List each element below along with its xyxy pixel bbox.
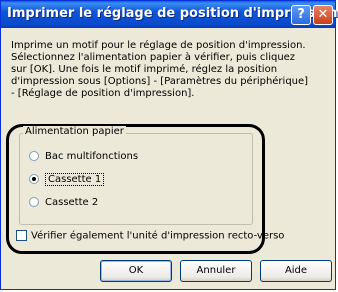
- radio-cassette-1[interactable]: Cassette 1: [29, 173, 105, 186]
- dialog-body: Imprime un motif pour le réglage de posi…: [4, 28, 332, 286]
- radio-bac-multifonctions[interactable]: Bac multifonctions: [29, 151, 138, 162]
- radio-label: Cassette 1: [45, 173, 105, 186]
- title-bar[interactable]: Imprimer le réglage de position d'impres…: [1, 1, 338, 28]
- duplex-checkbox[interactable]: [16, 230, 27, 241]
- radio-cassette-2[interactable]: Cassette 2: [29, 197, 98, 208]
- radio-button-icon[interactable]: [29, 197, 39, 207]
- radio-button-selected-icon[interactable]: [29, 174, 39, 184]
- paper-source-legend: Alimentation papier: [23, 126, 126, 137]
- close-button[interactable]: ✕: [313, 5, 333, 25]
- cancel-button[interactable]: Annuler: [180, 260, 252, 282]
- help-button[interactable]: Aide: [260, 260, 332, 282]
- duplex-checkbox-label: Vérifier également l'unité d'impression …: [31, 230, 285, 242]
- dialog-title: Imprimer le réglage de position d'impres…: [7, 6, 338, 21]
- dialog-window: Imprimer le réglage de position d'impres…: [0, 0, 338, 290]
- ok-button[interactable]: OK: [100, 260, 172, 282]
- description-text: Imprime un motif pour le réglage de posi…: [11, 40, 309, 99]
- radio-label: Bac multifonctions: [45, 151, 139, 162]
- radio-button-icon[interactable]: [29, 151, 39, 161]
- radio-label: Cassette 2: [45, 197, 99, 208]
- duplex-checkbox-row[interactable]: Vérifier également l'unité d'impression …: [16, 230, 284, 242]
- help-title-button[interactable]: ?: [291, 5, 311, 25]
